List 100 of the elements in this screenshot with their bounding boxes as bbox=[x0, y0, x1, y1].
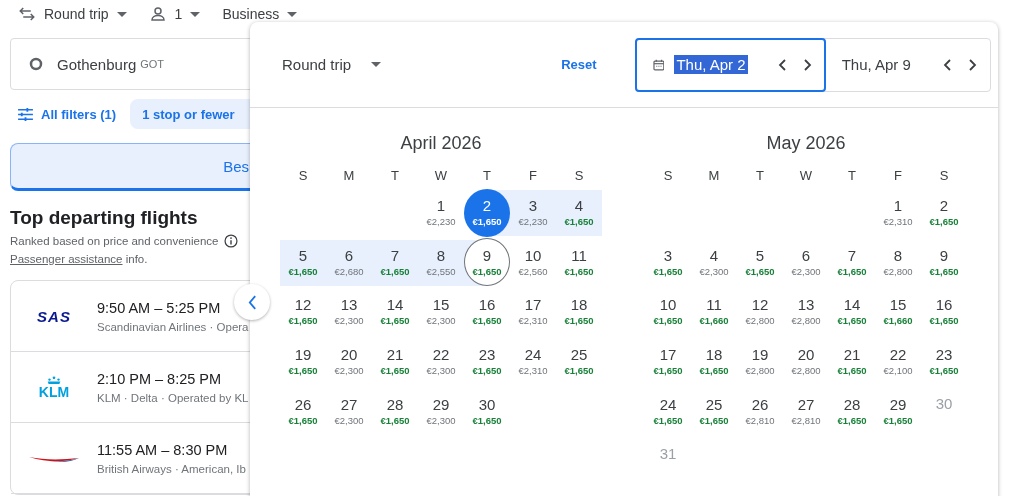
cabin-dropdown[interactable]: Business bbox=[222, 6, 298, 22]
calendar-day[interactable]: 9 €1,650 bbox=[464, 238, 510, 287]
calendar-day[interactable]: 27 €2,300 bbox=[326, 387, 372, 436]
calendar-day[interactable]: 28 €1,650 bbox=[372, 387, 418, 436]
chevron-left-icon bbox=[247, 294, 257, 310]
calendar-day[interactable]: 3 €1,650 bbox=[645, 238, 691, 287]
weekday-label: S bbox=[938, 168, 950, 184]
flight-times: 2:10 PM – 8:25 PM bbox=[97, 370, 223, 387]
calendar-day[interactable]: 17 €1,650 bbox=[645, 337, 691, 386]
sort-tab[interactable]: Bes bbox=[10, 143, 250, 191]
calendar-day[interactable]: 25 €1,650 bbox=[691, 387, 737, 436]
calendar-day[interactable]: 6 €2,300 bbox=[783, 238, 829, 287]
results-title: Top departing flights bbox=[10, 207, 199, 229]
caret-icon bbox=[287, 11, 298, 17]
month-title: April 2026 bbox=[399, 132, 483, 154]
weekday-label: S bbox=[297, 168, 309, 184]
airline-logo: KLM bbox=[38, 375, 70, 399]
results-subtitle: Ranked based on price and convenience bbox=[10, 235, 219, 247]
calendar-day[interactable]: 23 €1,650 bbox=[921, 337, 967, 386]
flight-times: 9:50 AM – 5:25 PM bbox=[97, 299, 222, 316]
calendar-day[interactable]: 6 €2,680 bbox=[326, 238, 372, 287]
calendar-day[interactable]: 10 €1,650 bbox=[645, 288, 691, 336]
reset-button[interactable]: Reset bbox=[561, 57, 597, 72]
assistance-note: Passenger assistance info. bbox=[10, 253, 149, 265]
calendar-day[interactable]: 16 €1,650 bbox=[464, 288, 510, 336]
stops-filter-chip[interactable]: 1 stop or fewer bbox=[130, 99, 250, 129]
calendar-day[interactable]: 13 €2,800 bbox=[783, 288, 829, 336]
calendar-day[interactable]: 16 €1,650 bbox=[921, 288, 967, 336]
calendar-day[interactable]: 2 €1,650 bbox=[921, 188, 967, 237]
weekday-label: S bbox=[573, 168, 585, 184]
calendar-day[interactable]: 1 €2,230 bbox=[418, 188, 464, 237]
calendar-day[interactable]: 17 €2,310 bbox=[510, 288, 556, 336]
calendar-day[interactable]: 25 €1,650 bbox=[556, 337, 602, 386]
calendar-day[interactable]: 30 €1,650 bbox=[464, 387, 510, 436]
weekday-label: T bbox=[482, 168, 492, 184]
caret-icon bbox=[116, 11, 127, 17]
calendar-day[interactable]: 7 €1,650 bbox=[829, 238, 875, 287]
calendar-day[interactable]: 23 €1,650 bbox=[464, 337, 510, 386]
weekday-label: W bbox=[798, 168, 814, 184]
calendar-day[interactable]: 14 €1,650 bbox=[829, 288, 875, 336]
calendar-day[interactable]: 24 €1,650 bbox=[645, 387, 691, 436]
weekday-label: M bbox=[342, 168, 356, 184]
passengers-dropdown[interactable]: 1 bbox=[148, 5, 201, 23]
calendar-day[interactable]: 26 €1,650 bbox=[280, 387, 326, 436]
all-filters-button[interactable]: All filters (1) bbox=[18, 100, 117, 128]
flight-airlines: Scandinavian Airlines · Opera bbox=[97, 320, 249, 333]
calendar-day[interactable]: 19 €2,800 bbox=[737, 337, 783, 386]
calendar-day[interactable]: 8 €2,550 bbox=[418, 238, 464, 287]
calendar-day[interactable]: 1 €2,310 bbox=[875, 188, 921, 237]
passenger-assistance-link[interactable]: Passenger assistance bbox=[10, 253, 123, 265]
calendar-day[interactable]: 9 €1,650 bbox=[921, 238, 967, 287]
calendar-day[interactable]: 4 €2,300 bbox=[691, 238, 737, 287]
circle-icon bbox=[29, 57, 43, 71]
calendar-day[interactable]: 4 €1,650 bbox=[556, 188, 602, 237]
calendar-day[interactable]: 12 €1,650 bbox=[280, 288, 326, 336]
calendar-day[interactable]: 19 €1,650 bbox=[280, 337, 326, 386]
month-title: May 2026 bbox=[765, 132, 847, 154]
weekday-label: F bbox=[893, 168, 903, 184]
airline-logo: SAS bbox=[37, 307, 71, 325]
calendar-day[interactable]: 21 €1,650 bbox=[372, 337, 418, 386]
calendar-day[interactable]: 18 €1,650 bbox=[556, 288, 602, 336]
calendar-day[interactable]: 14 €1,650 bbox=[372, 288, 418, 336]
flight-airlines: KLM · Delta · Operated by KL bbox=[97, 391, 249, 404]
calendar-day[interactable]: 18 €1,650 bbox=[691, 337, 737, 386]
calendar-day[interactable]: 24 €2,310 bbox=[510, 337, 556, 386]
calendar-day[interactable]: 29 €2,300 bbox=[418, 387, 464, 436]
calendar-day[interactable]: 15 €1,660 bbox=[875, 288, 921, 336]
weekday-label: S bbox=[662, 168, 674, 184]
flight-airlines: British Airways · American, Ib bbox=[97, 462, 246, 475]
calendar-day[interactable]: 8 €2,800 bbox=[875, 238, 921, 287]
sliders-icon bbox=[18, 107, 33, 121]
calendar-day[interactable]: 7 €1,650 bbox=[372, 238, 418, 287]
weekday-label: T bbox=[390, 168, 400, 184]
calendar-day[interactable]: 28 €1,650 bbox=[829, 387, 875, 436]
calendar-day[interactable]: 3 €2,230 bbox=[510, 188, 556, 237]
calendar-day[interactable]: 5 €1,650 bbox=[280, 238, 326, 287]
calendar-day[interactable]: 11 €1,650 bbox=[556, 238, 602, 287]
weekday-label: F bbox=[528, 168, 538, 184]
caret-icon bbox=[190, 11, 201, 17]
calendar-day[interactable]: 22 €2,100 bbox=[875, 337, 921, 386]
calendar-day[interactable]: 26 €2,810 bbox=[737, 387, 783, 436]
calendar-day[interactable]: 11 €1,660 bbox=[691, 288, 737, 336]
calendar-day[interactable]: 15 €2,300 bbox=[418, 288, 464, 336]
calendar-day[interactable]: 21 €1,650 bbox=[829, 337, 875, 386]
calendar-day[interactable]: 29 €1,650 bbox=[875, 387, 921, 436]
calendar-day[interactable]: 13 €2,300 bbox=[326, 288, 372, 336]
caret-icon bbox=[371, 62, 382, 67]
info-icon bbox=[224, 234, 239, 248]
weekday-label: T bbox=[847, 168, 857, 184]
origin-field[interactable]: Gothenburg GOT bbox=[10, 38, 250, 90]
calendar-day[interactable]: 12 €2,800 bbox=[737, 288, 783, 336]
calendar-day[interactable]: 27 €2,810 bbox=[783, 387, 829, 436]
calendar-day[interactable]: 2 €1,650 bbox=[464, 188, 510, 237]
calendar-day[interactable]: 5 €1,650 bbox=[737, 238, 783, 287]
calendar-day[interactable]: 22 €2,300 bbox=[418, 337, 464, 386]
trip-type-dropdown[interactable]: Round trip bbox=[18, 5, 127, 23]
calendar-day[interactable]: 10 €2,560 bbox=[510, 238, 556, 287]
calendar-day[interactable]: 20 €2,300 bbox=[326, 337, 372, 386]
trip-type-dropdown[interactable]: Round trip bbox=[282, 56, 382, 73]
calendar-day[interactable]: 20 €2,800 bbox=[783, 337, 829, 386]
